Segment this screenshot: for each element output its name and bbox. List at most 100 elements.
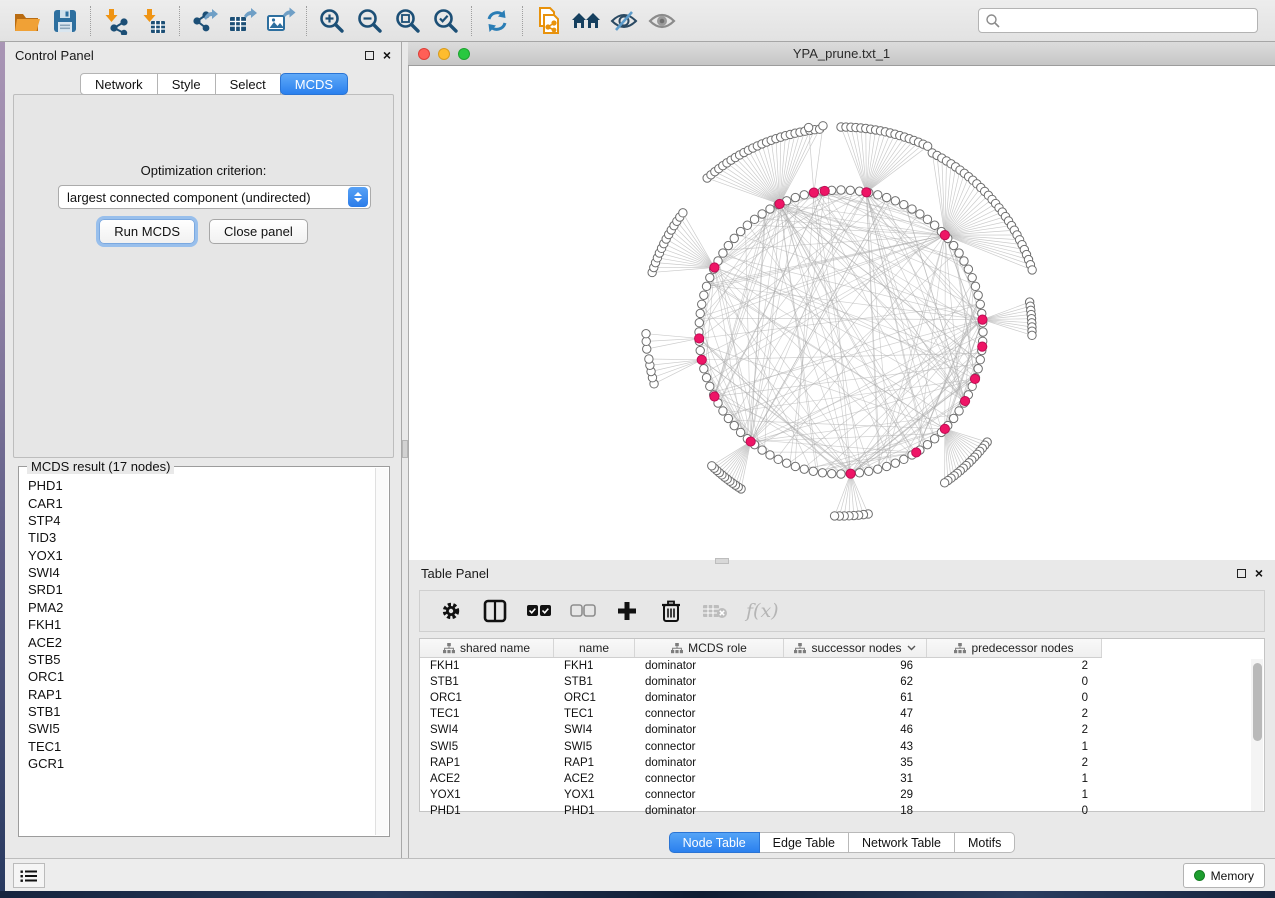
network-canvas[interactable] (408, 66, 1275, 560)
tab-mcds[interactable]: MCDS (280, 73, 348, 95)
function-builder-button[interactable]: f(x) (746, 600, 779, 622)
search-input[interactable] (1001, 14, 1251, 28)
result-item[interactable]: SWI4 (20, 564, 376, 581)
apply-layout-button[interactable] (478, 4, 516, 38)
table-cell: ORC1 (420, 692, 554, 704)
tab-style[interactable]: Style (158, 73, 216, 95)
column-header-MCDS-role[interactable]: MCDS role (635, 639, 784, 657)
table-row[interactable]: RAP1RAP1dominator352 (420, 755, 1264, 771)
main-toolbar (0, 0, 1275, 42)
result-item[interactable]: TID3 (20, 529, 376, 546)
table-row[interactable]: ORC1ORC1dominator610 (420, 690, 1264, 706)
table-row[interactable]: SWI4SWI4dominator462 (420, 722, 1264, 738)
select-all-button[interactable] (526, 598, 552, 624)
zoom-out-button[interactable] (351, 4, 389, 38)
result-item[interactable]: STP4 (20, 512, 376, 529)
hide-selected-button[interactable] (605, 4, 643, 38)
tab-network[interactable]: Network (80, 73, 158, 95)
task-history-button[interactable] (13, 863, 45, 888)
table-row[interactable]: STB1STB1dominator620 (420, 674, 1264, 690)
result-item[interactable]: PMA2 (20, 599, 376, 616)
table-panel-tabs: Node TableEdge TableNetwork TableMotifs (409, 832, 1275, 853)
show-all-button[interactable] (643, 4, 681, 38)
result-item[interactable]: TEC1 (20, 738, 376, 755)
close-panel-button[interactable]: Close panel (209, 219, 308, 244)
column-header-shared-name[interactable]: shared name (420, 639, 554, 657)
tab-node-table[interactable]: Node Table (669, 832, 760, 853)
table-options-button[interactable] (438, 598, 464, 624)
table-cell: YOX1 (420, 789, 554, 801)
column-header-name[interactable]: name (554, 639, 635, 657)
network-graph[interactable] (409, 66, 1275, 560)
export-image-button[interactable] (262, 4, 300, 38)
float-panel-icon[interactable] (365, 51, 374, 60)
delete-column-button[interactable] (658, 598, 684, 624)
table-cell: 2 (927, 724, 1102, 736)
result-item[interactable]: RAP1 (20, 686, 376, 703)
table-cell: SWI5 (420, 741, 554, 753)
result-item[interactable]: ORC1 (20, 668, 376, 685)
zoom-selected-button[interactable] (427, 4, 465, 38)
column-type-icon (443, 643, 455, 654)
table-cell: TEC1 (554, 708, 635, 720)
export-table-button[interactable] (224, 4, 262, 38)
result-item[interactable]: CAR1 (20, 494, 376, 511)
import-network-button[interactable] (97, 4, 135, 38)
import-table-button[interactable] (135, 4, 173, 38)
tab-select[interactable]: Select (216, 73, 281, 95)
clone-network-button[interactable] (529, 4, 567, 38)
add-column-button[interactable] (614, 598, 640, 624)
import-network-icon (102, 7, 130, 35)
optimization-criterion-select[interactable]: largest connected component (undirected) (58, 185, 371, 209)
table-row[interactable]: PHD1PHD1dominator180 (420, 803, 1264, 819)
zoom-in-button[interactable] (313, 4, 351, 38)
result-item[interactable]: SWI5 (20, 720, 376, 737)
column-header-successor-nodes[interactable]: successor nodes (784, 639, 927, 657)
table-panel-titlebar: Table Panel × (409, 560, 1275, 586)
show-columns-button[interactable] (482, 598, 508, 624)
table-cell: 62 (784, 676, 927, 688)
memory-button[interactable]: Memory (1183, 863, 1265, 888)
result-item[interactable]: GCR1 (20, 755, 376, 772)
first-neighbors-button[interactable] (567, 4, 605, 38)
result-item[interactable]: YOX1 (20, 547, 376, 564)
mcds-result-scrollbar[interactable] (375, 468, 388, 835)
table-cell: PHD1 (554, 805, 635, 817)
float-panel-icon[interactable] (1237, 569, 1246, 578)
table-row[interactable]: SWI5SWI5connector431 (420, 738, 1264, 754)
close-panel-icon[interactable]: × (383, 51, 391, 60)
result-item[interactable]: STB5 (20, 651, 376, 668)
control-panel-titlebar: Control Panel × (5, 42, 401, 68)
zoom-fit-button[interactable] (389, 4, 427, 38)
table-row[interactable]: FKH1FKH1dominator962 (420, 658, 1264, 674)
toolbar-separator (471, 6, 472, 36)
run-mcds-button[interactable]: Run MCDS (99, 219, 195, 244)
optimization-criterion-label: Optimization criterion: (14, 163, 393, 178)
table-cell: ACE2 (420, 773, 554, 785)
table-cell: 1 (927, 741, 1102, 753)
deselect-all-button[interactable] (570, 598, 596, 624)
open-session-button[interactable] (8, 4, 46, 38)
control-panel-tabs: NetworkStyleSelectMCDS (80, 73, 348, 95)
table-row[interactable]: TEC1TEC1connector472 (420, 706, 1264, 722)
table-cell: FKH1 (554, 660, 635, 672)
table-scrollbar-thumb[interactable] (1253, 663, 1262, 741)
result-item[interactable]: SRD1 (20, 581, 376, 598)
result-item[interactable]: FKH1 (20, 616, 376, 633)
tab-edge-table[interactable]: Edge Table (760, 832, 849, 853)
table-row[interactable]: ACE2ACE2connector311 (420, 771, 1264, 787)
export-network-button[interactable] (186, 4, 224, 38)
close-panel-icon[interactable]: × (1255, 569, 1263, 578)
result-item[interactable]: PHD1 (20, 477, 376, 494)
delete-table-button[interactable] (702, 598, 728, 624)
tab-motifs[interactable]: Motifs (955, 832, 1015, 853)
result-item[interactable]: STB1 (20, 703, 376, 720)
table-row[interactable]: YOX1YOX1connector291 (420, 787, 1264, 803)
network-window-titlebar[interactable]: YPA_prune.txt_1 (408, 42, 1275, 66)
search-box[interactable] (978, 8, 1258, 33)
column-header-predecessor-nodes[interactable]: predecessor nodes (927, 639, 1102, 657)
table-scrollbar[interactable] (1251, 659, 1263, 811)
save-session-button[interactable] (46, 4, 84, 38)
tab-network-table[interactable]: Network Table (849, 832, 955, 853)
result-item[interactable]: ACE2 (20, 633, 376, 650)
